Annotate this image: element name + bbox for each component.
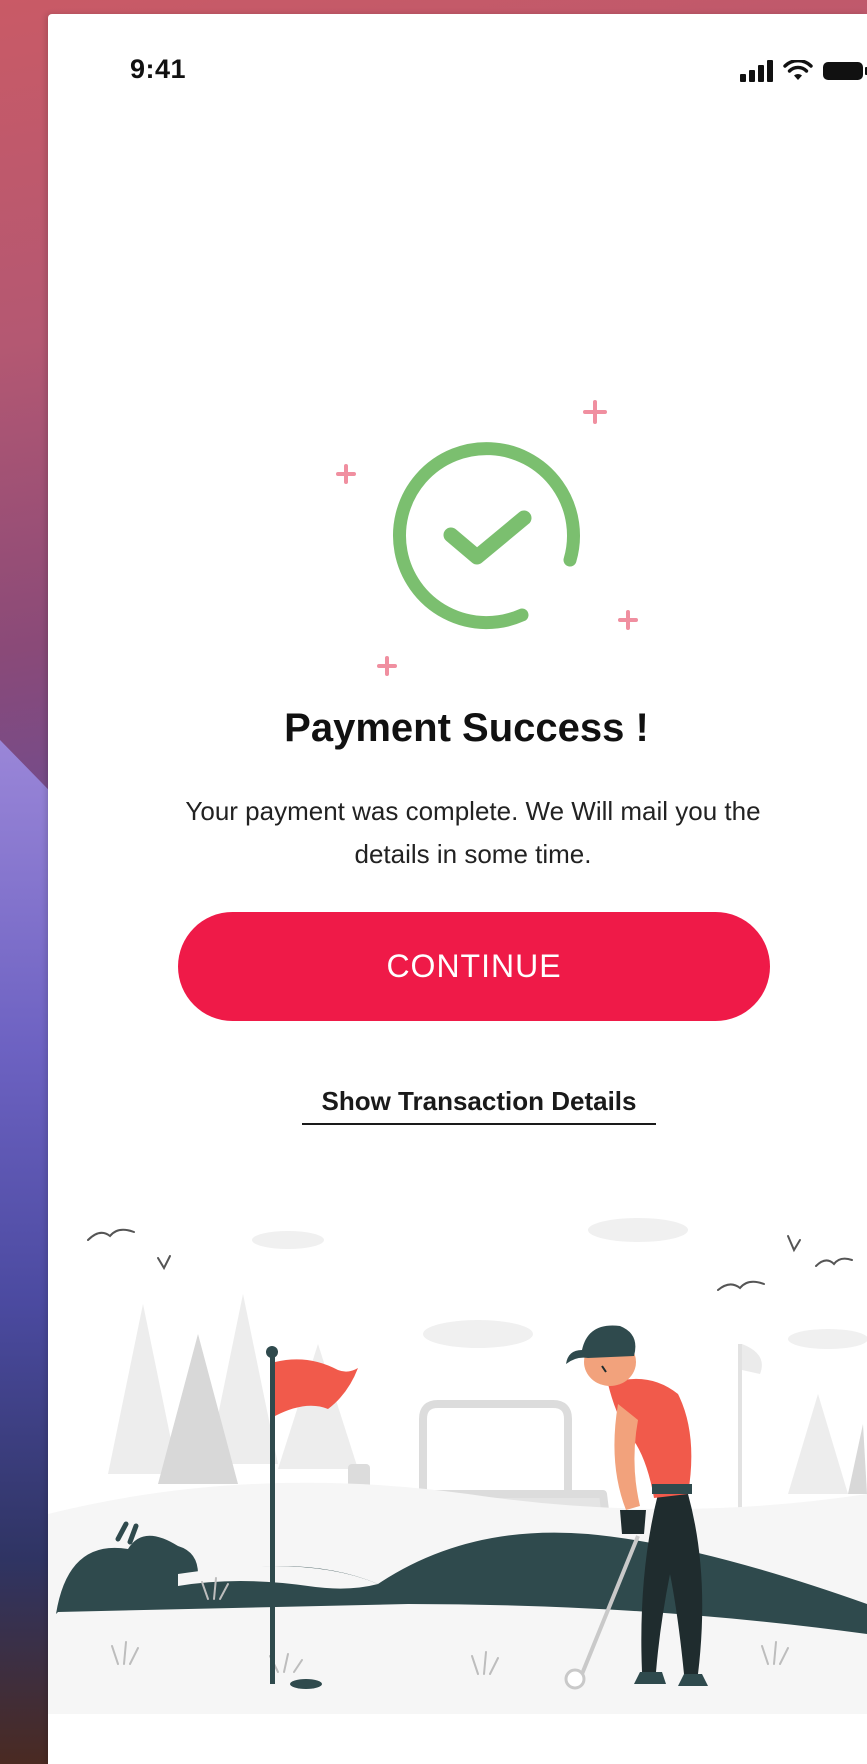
plus-sparkle-icon [583, 400, 607, 424]
success-message: Your payment was complete. We Will mail … [185, 796, 761, 869]
page-title: Payment Success ! [284, 706, 649, 750]
plus-sparkle-icon [377, 656, 397, 676]
battery-icon [823, 62, 867, 80]
status-icons [740, 60, 867, 82]
wifi-icon [783, 60, 813, 80]
golfer-illustration [48, 1218, 867, 1714]
status-time: 9:41 [130, 54, 187, 84]
phone-screen: 9:41 Payment Success ! Your payment was … [48, 14, 867, 1764]
success-graphic [336, 400, 638, 676]
continue-button[interactable]: CONTINUE [178, 912, 770, 1021]
plus-sparkle-icon [618, 610, 638, 630]
show-transaction-details-link[interactable]: Show Transaction Details [302, 1086, 656, 1125]
plus-sparkle-icon [336, 464, 356, 484]
check-circle-icon [393, 442, 580, 630]
status-bar: 9:41 [48, 14, 867, 124]
cellular-signal-icon [740, 60, 773, 82]
